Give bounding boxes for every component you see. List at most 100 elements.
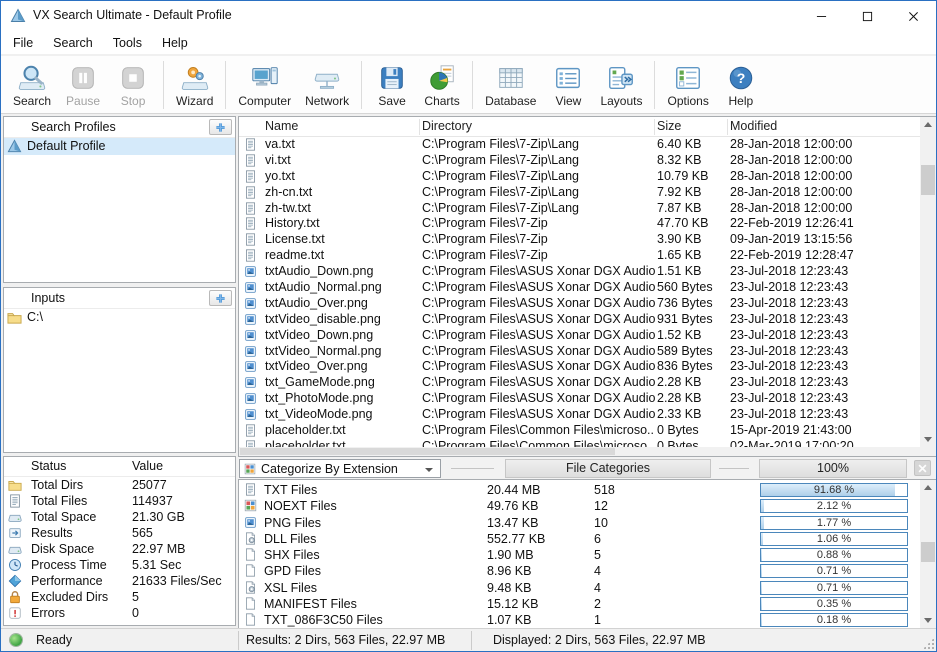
scroll-down-arrow-icon[interactable] (920, 432, 936, 447)
category-row[interactable]: MANIFEST Files15.12 KB20.35 % (239, 596, 920, 612)
category-row[interactable]: DLL Files552.77 KB61.06 % (239, 531, 920, 547)
percent-label: 0.88 % (761, 549, 907, 561)
categorize-dropdown[interactable]: Categorize By Extension (239, 459, 441, 478)
toolbar-database-button[interactable]: Database (478, 60, 543, 110)
file-modified: 09-Jan-2019 13:15:56 (730, 232, 920, 248)
scale-button[interactable]: 100% (759, 459, 907, 478)
directory-column-header[interactable]: Directory (422, 119, 472, 133)
table-row[interactable]: vi.txtC:\Program Files\7-Zip\Lang8.32 KB… (239, 153, 920, 169)
close-categories-button[interactable] (914, 460, 931, 476)
table-row[interactable]: txtAudio_Down.pngC:\Program Files\ASUS X… (239, 264, 920, 280)
file-categories-button[interactable]: File Categories (505, 459, 711, 478)
category-row[interactable]: GPD Files8.96 KB40.71 % (239, 563, 920, 579)
file-size: 2.28 KB (657, 375, 729, 391)
table-row[interactable]: va.txtC:\Program Files\7-Zip\Lang6.40 KB… (239, 137, 920, 153)
add-input-button[interactable] (209, 290, 232, 306)
toolbar-help-button[interactable]: ?Help (716, 60, 766, 110)
status-column-header: Status (31, 459, 66, 473)
category-row[interactable]: XSL Files9.48 KB40.71 % (239, 580, 920, 596)
status-label: Performance (31, 573, 103, 589)
ready-status-icon (10, 634, 22, 646)
table-row[interactable]: txt_GameMode.pngC:\Program Files\ASUS Xo… (239, 375, 920, 391)
menu-tools[interactable]: Tools (103, 33, 152, 53)
file-name: zh-cn.txt (265, 185, 419, 201)
category-percent-bar: 2.12 % (760, 499, 908, 513)
status-label: Total Files (31, 493, 87, 509)
size-column-header[interactable]: Size (657, 119, 681, 133)
resize-grip[interactable] (923, 638, 934, 649)
file-name: txtVideo_Down.png (265, 328, 419, 344)
search-profiles-title: Search Profiles (31, 120, 116, 134)
toolbar-wizard-button[interactable]: Wizard (169, 60, 220, 110)
table-row[interactable]: placeholder.txtC:\Program Files\Common F… (239, 439, 920, 447)
category-row[interactable]: NOEXT Files49.76 KB122.12 % (239, 498, 920, 514)
category-row[interactable]: SHX Files1.90 MB50.88 % (239, 547, 920, 563)
maximize-button[interactable] (844, 1, 890, 31)
file-horizontal-scrollbar[interactable] (239, 447, 920, 456)
table-row[interactable]: placeholder.txtC:\Program Files\Common F… (239, 423, 920, 439)
table-row[interactable]: txtVideo_Down.pngC:\Program Files\ASUS X… (239, 328, 920, 344)
table-row[interactable]: txt_PhotoMode.pngC:\Program Files\ASUS X… (239, 391, 920, 407)
file-name: txtAudio_Over.png (265, 296, 419, 312)
table-row[interactable]: yo.txtC:\Program Files\7-Zip\Lang10.79 K… (239, 169, 920, 185)
png-file-icon (244, 265, 257, 278)
table-row[interactable]: txtVideo_Over.pngC:\Program Files\ASUS X… (239, 359, 920, 375)
file-modified: 28-Jan-2018 12:00:00 (730, 153, 920, 169)
menu-search[interactable]: Search (43, 33, 103, 53)
status-row: Disk Space22.97 MB (4, 541, 235, 557)
toolbar-separator (654, 61, 655, 109)
table-row[interactable]: zh-tw.txtC:\Program Files\7-Zip\Lang7.87… (239, 201, 920, 217)
table-row[interactable]: txtVideo_disable.pngC:\Program Files\ASU… (239, 312, 920, 328)
scroll-up-arrow-icon[interactable] (920, 117, 936, 132)
toolbar-layouts-button[interactable]: Layouts (593, 60, 649, 110)
name-column-header[interactable]: Name (265, 119, 298, 133)
png-file-icon (244, 376, 257, 389)
toolbar-separator (163, 61, 164, 109)
category-size: 20.44 MB (487, 482, 541, 498)
table-row[interactable]: readme.txtC:\Program Files\7-Zip1.65 KB2… (239, 248, 920, 264)
file-vertical-scrollbar[interactable] (920, 117, 936, 447)
status-value: 0 (132, 605, 139, 621)
table-row[interactable]: txtVideo_Normal.pngC:\Program Files\ASUS… (239, 344, 920, 360)
menu-help[interactable]: Help (152, 33, 198, 53)
file-modified: 15-Apr-2019 21:43:00 (730, 423, 920, 439)
profile-item[interactable]: Default Profile (4, 138, 235, 155)
table-row[interactable]: txt_VideoMode.pngC:\Program Files\ASUS X… (239, 407, 920, 423)
toolbar-view-button[interactable]: View (543, 60, 593, 110)
modified-column-header[interactable]: Modified (730, 119, 777, 133)
table-row[interactable]: txtAudio_Over.pngC:\Program Files\ASUS X… (239, 296, 920, 312)
toolbar-computer-button[interactable]: Computer (231, 60, 298, 110)
add-profile-button[interactable] (209, 119, 232, 135)
close-button[interactable] (890, 1, 936, 31)
category-size: 1.07 KB (487, 612, 531, 628)
toolbar-save-button[interactable]: Save (367, 60, 417, 110)
file-modified: 02-Mar-2019 17:00:20 (730, 439, 920, 447)
menu-file[interactable]: File (3, 33, 43, 53)
toolbar-network-button[interactable]: Network (298, 60, 356, 110)
png-file-icon (244, 329, 257, 342)
status-label: Results (31, 525, 73, 541)
table-row[interactable]: zh-cn.txtC:\Program Files\7-Zip\Lang7.92… (239, 185, 920, 201)
profile-label: Default Profile (27, 138, 106, 155)
table-row[interactable]: txtAudio_Normal.pngC:\Program Files\ASUS… (239, 280, 920, 296)
input-item[interactable]: C:\ (4, 309, 235, 326)
category-row[interactable]: PNG Files13.47 KB101.77 % (239, 515, 920, 531)
table-row[interactable]: History.txtC:\Program Files\7-Zip47.70 K… (239, 216, 920, 232)
toolbar-options-button[interactable]: Options (660, 60, 715, 110)
toolbar-search-button[interactable]: Search (6, 60, 58, 110)
status-row: Excluded Dirs5 (4, 589, 235, 605)
scroll-down-arrow-icon[interactable] (920, 613, 936, 628)
category-vertical-scrollbar[interactable] (920, 480, 936, 628)
file-scroll-thumb[interactable] (921, 165, 935, 195)
category-row[interactable]: TXT Files20.44 MB51891.68 % (239, 482, 920, 498)
category-size: 552.77 KB (487, 531, 545, 547)
file-hscroll-thumb[interactable] (240, 448, 615, 455)
minimize-button[interactable] (798, 1, 844, 31)
toolbar-charts-button[interactable]: Charts (417, 60, 467, 110)
scroll-up-arrow-icon[interactable] (920, 480, 936, 495)
inputs-list: C:\ (4, 309, 235, 326)
category-row[interactable]: TXT_086F3C50 Files1.07 KB10.18 % (239, 612, 920, 628)
network-icon (312, 63, 342, 93)
table-row[interactable]: License.txtC:\Program Files\7-Zip3.90 KB… (239, 232, 920, 248)
category-scroll-thumb[interactable] (921, 542, 935, 562)
